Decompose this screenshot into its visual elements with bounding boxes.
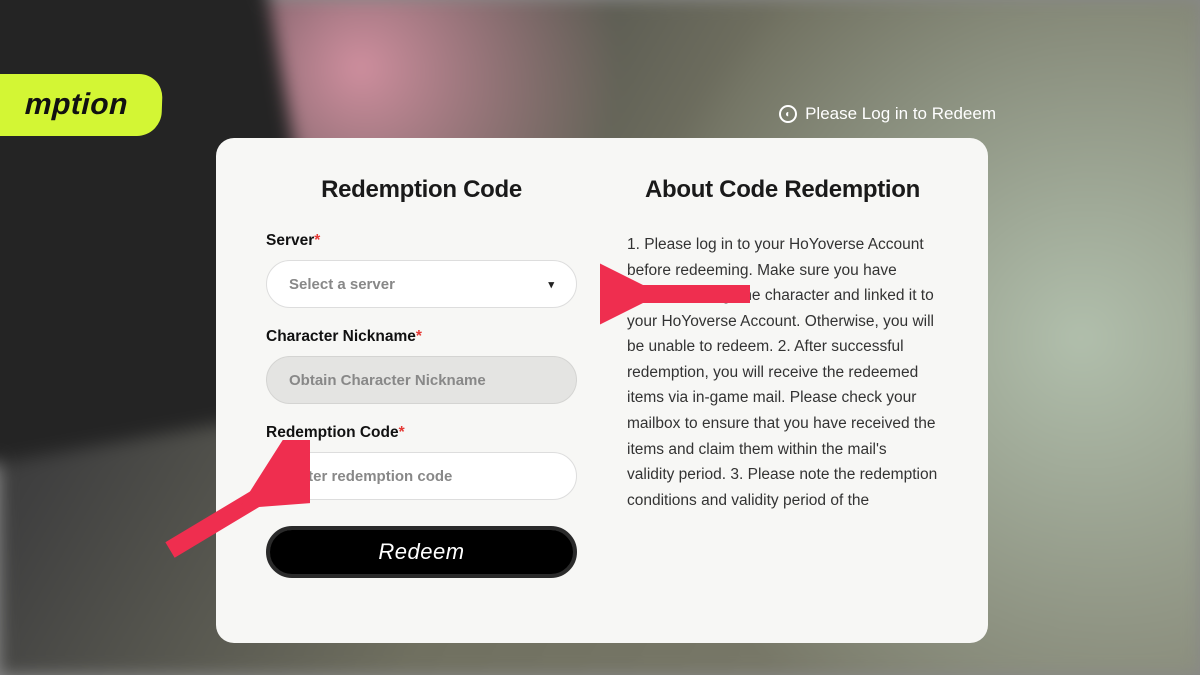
form-heading: Redemption Code bbox=[266, 176, 577, 204]
server-label: Server* bbox=[266, 232, 577, 250]
page-badge: mption bbox=[0, 74, 163, 136]
info-heading: About Code Redemption bbox=[627, 176, 938, 204]
chevron-down-icon: ▾ bbox=[548, 278, 554, 291]
redemption-modal: Redemption Code Server* Select a server … bbox=[216, 138, 988, 643]
required-marker: * bbox=[416, 328, 422, 345]
code-label: Redemption Code* bbox=[266, 424, 577, 442]
code-placeholder: Enter redemption code bbox=[289, 468, 452, 485]
required-marker: * bbox=[314, 232, 320, 249]
form-column: Redemption Code Server* Select a server … bbox=[266, 176, 577, 613]
nickname-placeholder: Obtain Character Nickname bbox=[289, 372, 486, 389]
user-icon: ◐ bbox=[779, 105, 797, 123]
required-marker: * bbox=[399, 424, 405, 441]
login-hint[interactable]: ◐ Please Log in to Redeem bbox=[779, 104, 996, 124]
nickname-label: Character Nickname* bbox=[266, 328, 577, 346]
info-column: About Code Redemption 1. Please log in t… bbox=[627, 176, 938, 613]
redeem-button[interactable]: Redeem bbox=[266, 526, 577, 578]
login-hint-text: Please Log in to Redeem bbox=[805, 104, 996, 124]
server-placeholder: Select a server bbox=[289, 276, 395, 293]
info-body: 1. Please log in to your HoYoverse Accou… bbox=[627, 232, 938, 642]
server-select[interactable]: Select a server ▾ bbox=[266, 260, 577, 308]
code-input[interactable]: Enter redemption code bbox=[266, 452, 577, 500]
page-badge-text: mption bbox=[24, 88, 128, 121]
nickname-field[interactable]: Obtain Character Nickname bbox=[266, 356, 577, 404]
